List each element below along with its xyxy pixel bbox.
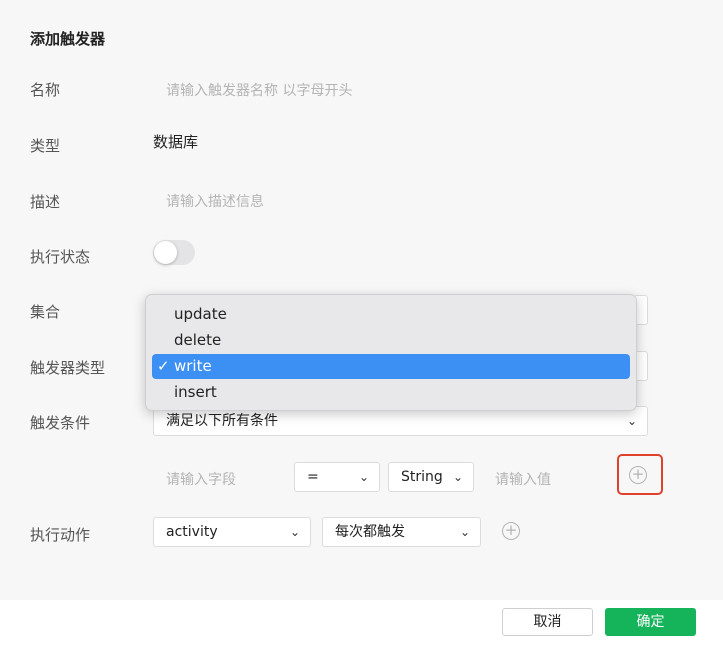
chevron-down-icon: ⌄ <box>289 525 300 539</box>
chevron-down-icon: ⌄ <box>452 470 463 484</box>
chevron-down-icon: ⌄ <box>358 470 369 484</box>
type-label: 类型 <box>30 137 61 155</box>
checkmark-icon: ✓ <box>157 357 170 375</box>
description-input[interactable]: 请输入描述信息 <box>166 191 264 211</box>
menu-item-delete[interactable]: delete <box>152 328 630 353</box>
menu-item-label: update <box>174 305 227 323</box>
menu-item-write[interactable]: ✓ write <box>152 354 630 379</box>
action-select[interactable]: activity ⌄ <box>153 517 311 547</box>
collection-label: 集合 <box>30 303 61 321</box>
action-label: 执行动作 <box>30 526 91 544</box>
operator-select[interactable]: = ⌄ <box>294 462 380 492</box>
operator-value: = <box>307 469 319 485</box>
chevron-down-icon: ⌄ <box>626 414 637 428</box>
description-label: 描述 <box>30 193 61 211</box>
plus-circle-icon[interactable]: + <box>629 466 647 484</box>
add-trigger-dialog: 添加触发器 名称 请输入触发器名称 以字母开头 类型 数据库 描述 请输入描述信… <box>0 0 723 600</box>
toggle-knob <box>154 241 177 264</box>
menu-item-label: delete <box>174 331 222 349</box>
type-value: 数据库 <box>153 133 199 151</box>
value-type-select[interactable]: String ⌄ <box>388 462 474 492</box>
menu-item-update[interactable]: update <box>152 302 630 327</box>
menu-item-label: insert <box>174 383 217 401</box>
menu-item-label: write <box>174 357 212 375</box>
frequency-value: 每次都触发 <box>335 524 405 540</box>
condition-field-input[interactable]: 请输入字段 <box>166 469 236 489</box>
trigger-type-dropdown-menu: update delete ✓ write insert <box>145 294 637 411</box>
chevron-down-icon: ⌄ <box>459 525 470 539</box>
add-action-plus-icon[interactable]: + <box>502 522 520 540</box>
status-toggle[interactable] <box>153 240 195 265</box>
dialog-title: 添加触发器 <box>30 30 106 48</box>
condition-match-value: 满足以下所有条件 <box>166 413 278 429</box>
ok-button[interactable]: 确定 <box>605 608 696 636</box>
name-label: 名称 <box>30 81 61 99</box>
name-input[interactable]: 请输入触发器名称 以字母开头 <box>166 80 352 100</box>
action-value: activity <box>166 524 218 540</box>
menu-item-insert[interactable]: insert <box>152 380 630 405</box>
status-label: 执行状态 <box>30 248 91 266</box>
value-type-value: String <box>401 469 443 485</box>
frequency-select[interactable]: 每次都触发 ⌄ <box>322 517 481 547</box>
cancel-button[interactable]: 取消 <box>502 608 593 636</box>
condition-value-input[interactable]: 请输入值 <box>495 469 551 489</box>
trigger-type-label: 触发器类型 <box>30 359 106 377</box>
condition-label: 触发条件 <box>30 414 91 432</box>
